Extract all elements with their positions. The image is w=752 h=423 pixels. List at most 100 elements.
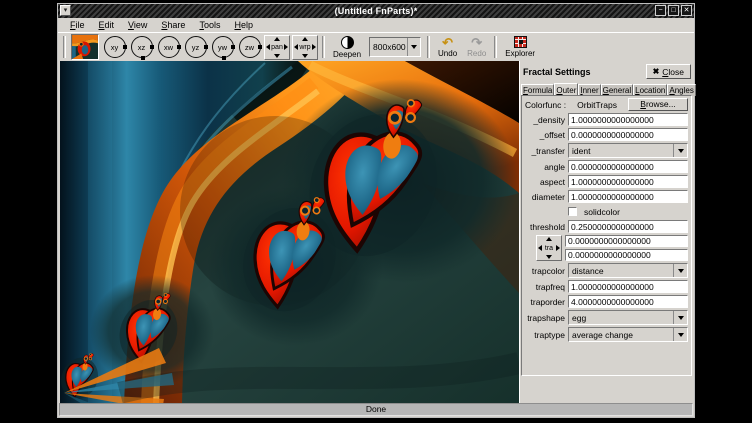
density-label: _density xyxy=(525,115,565,125)
aspect-field[interactable] xyxy=(568,175,688,188)
panel-title: Fractal Settings xyxy=(523,67,591,77)
image-size-combo[interactable]: 800x600 xyxy=(369,37,421,57)
preview-thumbnail-image xyxy=(72,35,98,59)
offset-row: _offset xyxy=(525,128,688,141)
warp-widget[interactable]: wrp xyxy=(292,35,318,60)
trapshape-combo[interactable]: egg xyxy=(568,310,688,325)
menu-tools[interactable]: Tools xyxy=(192,20,227,30)
minimize-icon: − xyxy=(658,7,662,14)
close-button[interactable]: ✕ xyxy=(681,5,692,16)
axis-dot-icon xyxy=(150,45,154,49)
axis-dot-icon xyxy=(177,45,181,49)
arrow-left-icon xyxy=(538,245,542,251)
toolbar-separator xyxy=(322,36,325,58)
trapshape-row: trapshape egg xyxy=(525,310,688,325)
traptype-label: traptype xyxy=(525,330,565,340)
chevron-down-icon xyxy=(678,269,684,273)
density-row: _density xyxy=(525,113,688,126)
threshold-field[interactable] xyxy=(568,220,688,233)
rotate-xy-button[interactable]: xy xyxy=(101,34,128,61)
fractal-canvas[interactable] xyxy=(60,61,519,404)
preview-thumbnail[interactable] xyxy=(71,34,99,60)
chevron-down-icon xyxy=(411,45,417,49)
rotate-xz-button[interactable]: xz xyxy=(128,34,155,61)
combo-arrow-button[interactable] xyxy=(673,264,687,277)
toolbar-separator xyxy=(494,36,497,58)
trapshape-value: egg xyxy=(569,313,673,323)
combo-arrow-button[interactable] xyxy=(407,38,420,56)
rotate-xz-label: xz xyxy=(138,43,146,52)
toolbar: xy xz xw yz yw zw pan wrp xyxy=(58,32,694,61)
undo-label: Undo xyxy=(438,49,457,58)
transfer-combo[interactable]: ident xyxy=(568,143,688,158)
diameter-field[interactable] xyxy=(568,190,688,203)
panel-close-button[interactable]: ✖ Close xyxy=(646,64,691,79)
rotate-yw-label: yw xyxy=(218,43,227,52)
arrow-right-icon xyxy=(284,44,288,50)
rotate-yw-button[interactable]: yw xyxy=(209,34,236,61)
arrow-up-icon xyxy=(546,237,552,241)
axis-dot-icon xyxy=(258,45,262,49)
axis-dot-icon xyxy=(204,45,208,49)
traptype-combo[interactable]: average change xyxy=(568,327,688,342)
colorfunc-value: OrbitTraps xyxy=(569,100,625,110)
deepen-button[interactable]: Deepen xyxy=(333,36,361,59)
arrow-down-icon xyxy=(546,255,552,259)
minimize-button[interactable]: − xyxy=(655,5,666,16)
chevron-down-icon: ▾ xyxy=(64,7,68,14)
transfer-value: ident xyxy=(569,146,673,156)
trapcenter-im-field[interactable] xyxy=(565,249,688,261)
offset-field[interactable] xyxy=(568,128,688,141)
rotate-zw-button[interactable]: zw xyxy=(236,34,263,61)
menu-help[interactable]: Help xyxy=(227,20,260,30)
combo-arrow-button[interactable] xyxy=(673,328,687,341)
fractal-image xyxy=(60,61,519,404)
trapcolor-combo[interactable]: distance xyxy=(568,263,688,278)
chevron-down-icon xyxy=(678,333,684,337)
angle-field[interactable] xyxy=(568,160,688,173)
axis-dot-icon xyxy=(123,45,127,49)
traporder-field[interactable] xyxy=(568,295,688,308)
aspect-row: aspect xyxy=(525,175,688,188)
trapfreq-field[interactable] xyxy=(568,280,688,293)
maximize-button[interactable]: □ xyxy=(668,5,679,16)
window-controls: − □ ✕ xyxy=(655,5,692,16)
trapcenter-row: tra xyxy=(525,235,688,261)
explorer-button[interactable]: Explorer xyxy=(505,36,535,58)
arrow-up-icon xyxy=(274,37,280,41)
redo-button[interactable]: ↷ Redo xyxy=(467,37,486,58)
rotate-xw-button[interactable]: xw xyxy=(155,34,182,61)
window-title: (Untitled FnParts)* xyxy=(58,6,694,16)
window-menu-button[interactable]: ▾ xyxy=(60,5,71,16)
diameter-label: diameter xyxy=(525,192,565,202)
undo-icon: ↶ xyxy=(442,37,453,48)
undo-button[interactable]: ↶ Undo xyxy=(438,37,457,58)
warp-label: wrp xyxy=(299,44,310,51)
menu-edit[interactable]: Edit xyxy=(92,20,122,30)
browse-button[interactable]: Browse... xyxy=(628,98,688,111)
trapcenter-re-field[interactable] xyxy=(565,235,688,247)
menu-file[interactable]: File xyxy=(63,20,92,30)
deepen-label: Deepen xyxy=(333,50,361,59)
settings-tabs: Formula Outer Inner General Location Ang… xyxy=(520,81,693,96)
trapcenter-nav-widget[interactable]: tra xyxy=(536,235,562,261)
pan-widget[interactable]: pan xyxy=(264,35,290,60)
desktop: { "titlebar": { "title": "(Untitled FnPa… xyxy=(0,0,752,423)
menubar: File Edit View Share Tools Help xyxy=(58,18,694,32)
combo-arrow-button[interactable] xyxy=(673,311,687,324)
chevron-down-icon xyxy=(678,316,684,320)
explorer-grid-icon xyxy=(514,36,527,48)
rotate-xy-label: xy xyxy=(111,43,119,52)
menu-share[interactable]: Share xyxy=(154,20,192,30)
rotate-yz-button[interactable]: yz xyxy=(182,34,209,61)
rotate-yz-label: yz xyxy=(192,43,200,52)
panel-header: Fractal Settings ✖ Close xyxy=(520,61,693,81)
density-field[interactable] xyxy=(568,113,688,126)
axis-dot-icon xyxy=(222,56,226,60)
axis-dot-icon xyxy=(141,56,145,60)
combo-arrow-button[interactable] xyxy=(673,144,687,157)
arrow-up-icon xyxy=(302,37,308,41)
threshold-row: threshold xyxy=(525,220,688,233)
menu-view[interactable]: View xyxy=(121,20,154,30)
solidcolor-checkbox[interactable] xyxy=(568,207,577,216)
